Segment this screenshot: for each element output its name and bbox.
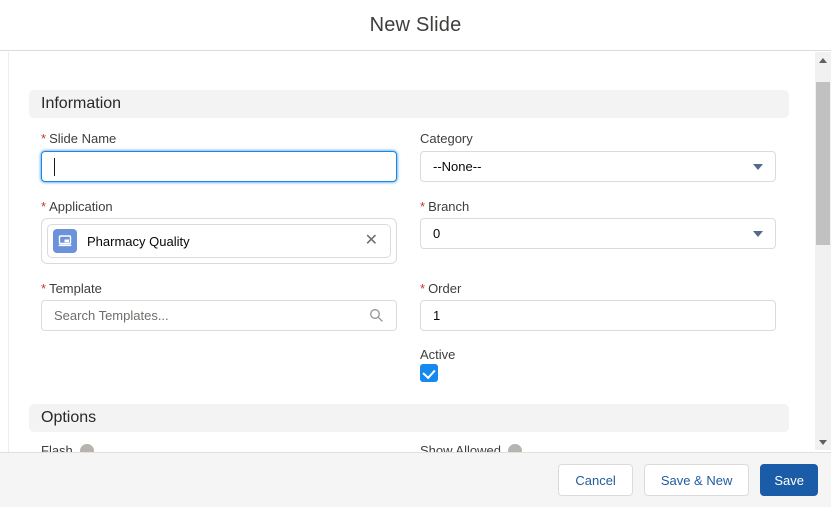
text-cursor [54,157,55,176]
presentation-icon [53,229,77,253]
branch-select[interactable]: 0 [420,218,776,249]
required-asterisk: * [41,131,47,146]
active-label: Active [420,347,456,362]
active-checkbox[interactable] [420,364,438,382]
required-asterisk: * [420,199,426,214]
order-value: 1 [433,308,441,323]
modal-body: Information * Slide Name Category --None… [8,52,815,452]
section-information-title: Information [41,95,122,112]
section-information: Information [29,90,789,118]
application-lookup[interactable]: Pharmacy Quality ✕ [41,218,397,264]
cancel-button[interactable]: Cancel [558,464,633,496]
required-asterisk: * [41,281,47,296]
section-options-title: Options [41,409,97,426]
modal-footer: Cancel Save & New Save [0,452,831,507]
slide-name-input[interactable] [41,151,397,182]
required-asterisk: * [420,281,426,296]
scroll-up-arrow-icon[interactable] [815,52,831,68]
required-asterisk: * [41,199,47,214]
branch-value: 0 [433,226,441,241]
chevron-down-icon [753,230,763,237]
flash-label: Flash [41,442,94,452]
show-allowed-label: Show Allowed [420,442,522,452]
branch-label: * Branch [420,199,470,214]
category-select[interactable]: --None-- [420,151,776,182]
application-label: * Application [41,199,113,214]
section-options: Options [29,404,789,432]
close-icon[interactable]: ✕ [363,231,380,251]
template-placeholder: Search Templates... [54,308,169,323]
application-pill[interactable]: Pharmacy Quality ✕ [47,224,391,258]
order-label: * Order [420,281,462,296]
scroll-down-arrow-icon[interactable] [815,434,831,450]
order-input[interactable]: 1 [420,300,776,331]
info-icon[interactable] [507,443,522,452]
application-pill-label: Pharmacy Quality [87,233,190,249]
search-icon [369,308,384,323]
category-value: --None-- [433,159,482,174]
chevron-down-icon [753,163,763,170]
save-and-new-button[interactable]: Save & New [643,464,750,496]
scrollbar-thumb[interactable] [816,82,830,245]
modal-header: New Slide [0,0,831,51]
category-label: Category [420,131,473,146]
vertical-scrollbar[interactable] [815,52,831,450]
page-title: New Slide [369,13,462,36]
save-button[interactable]: Save [760,464,818,496]
template-label: * Template [41,281,102,296]
template-search-input[interactable]: Search Templates... [41,300,397,331]
slide-name-label: * Slide Name [41,131,117,146]
info-icon[interactable] [79,443,94,452]
